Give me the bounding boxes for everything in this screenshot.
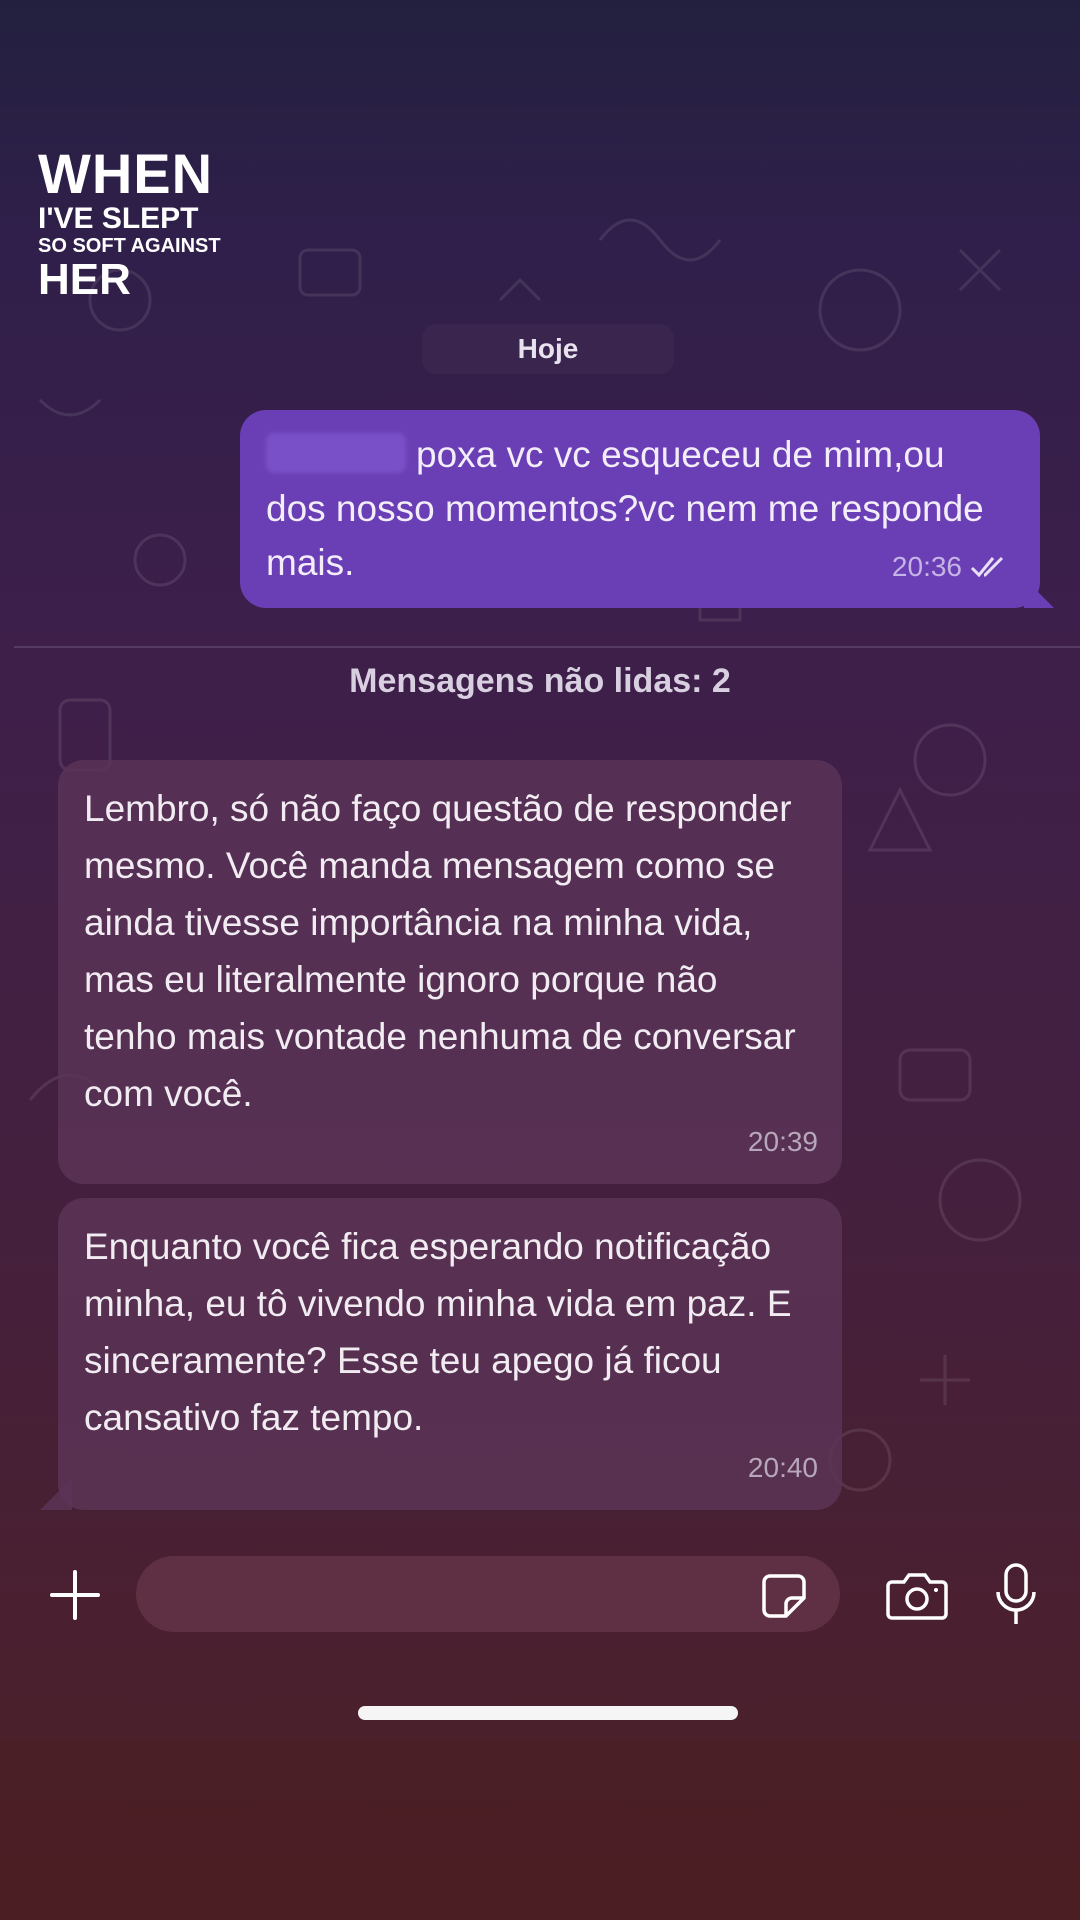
watermark-line-3: SO SOFT AGAINST <box>38 235 221 257</box>
date-separator: Hoje <box>422 324 674 374</box>
incoming-message-text: Enquanto você fica esperando notificação… <box>84 1226 792 1438</box>
watermark-line-4: HER <box>38 255 131 304</box>
outgoing-message-meta: 20:36 <box>892 540 1010 594</box>
message-input[interactable] <box>136 1556 840 1632</box>
incoming-message-time: 20:40 <box>747 1452 818 1483</box>
incoming-message-time: 20:39 <box>747 1126 818 1157</box>
home-indicator[interactable] <box>358 1706 738 1720</box>
sticker-icon[interactable] <box>760 1572 808 1620</box>
incoming-message[interactable]: Lembro, só não faço questão de responder… <box>58 760 842 1184</box>
watermark-line-2: I'VE SLEPT <box>38 202 199 235</box>
watermark-logo: WHEN I'VE SLEPT SO SOFT AGAINST HER <box>38 146 221 302</box>
redacted-name <box>266 433 406 473</box>
incoming-message[interactable]: Enquanto você fica esperando notificação… <box>40 1198 842 1510</box>
incoming-message-text: Lembro, só não faço questão de responder… <box>84 788 796 1114</box>
watermark-line-1: WHEN <box>38 142 214 205</box>
unread-divider <box>14 646 1080 648</box>
bottom-band <box>0 1740 1080 1920</box>
camera-icon[interactable] <box>886 1570 948 1622</box>
outgoing-message-time: 20:36 <box>891 551 962 582</box>
microphone-icon[interactable] <box>994 1562 1038 1628</box>
plus-icon[interactable] <box>48 1568 102 1622</box>
unread-messages-label: Mensagens não lidas: 2 <box>349 662 731 700</box>
double-check-icon <box>970 556 1004 578</box>
outgoing-message[interactable]: poxa vc vc esqueceu de mim,ou dos nosso … <box>240 410 1054 608</box>
